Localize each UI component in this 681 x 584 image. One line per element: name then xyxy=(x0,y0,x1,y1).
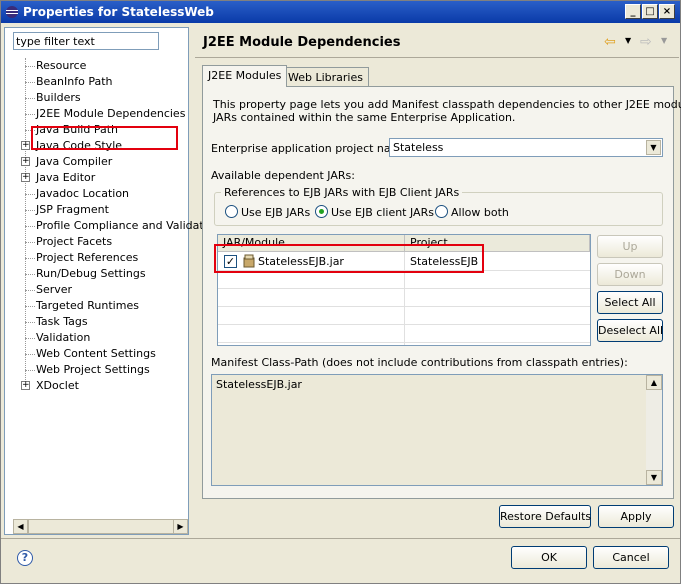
ear-project-label: Enterprise application project name: xyxy=(211,142,412,155)
window-title: Properties for StatelessWeb xyxy=(23,5,214,19)
filter-input[interactable] xyxy=(13,32,159,50)
tree-connector xyxy=(25,114,35,115)
apply-button[interactable]: Apply xyxy=(598,505,674,528)
forward-arrow-icon[interactable]: ⇨ xyxy=(640,34,652,50)
tree-item-label: Validation xyxy=(36,331,91,344)
radio-use-ejb-client-jars[interactable] xyxy=(315,205,328,218)
available-jars-label: Available dependent JARs: xyxy=(211,169,355,182)
tree-item-label: Targeted Runtimes xyxy=(36,299,139,312)
tree-connector xyxy=(25,306,35,307)
ear-project-select[interactable]: Stateless ▼ xyxy=(389,138,663,157)
manifest-vertical-scrollbar[interactable]: ▲ ▼ xyxy=(646,375,662,485)
tree-connector xyxy=(25,290,35,291)
forward-dropdown-icon[interactable]: ▼ xyxy=(661,36,667,45)
manifest-label: Manifest Class-Path (does not include co… xyxy=(211,356,628,369)
manifest-value: StatelessEJB.jar xyxy=(216,378,302,391)
close-icon[interactable]: × xyxy=(659,4,675,19)
minimize-icon[interactable]: _ xyxy=(625,4,641,19)
page-title: J2EE Module Dependencies xyxy=(203,35,401,50)
tree-item-label: Server xyxy=(36,283,73,296)
radio-use-ejb-jars-label: Use EJB JARs xyxy=(241,206,311,219)
tree-item-label: Run/Debug Settings xyxy=(36,267,146,280)
radio-allow-both-label: Allow both xyxy=(451,206,509,219)
back-dropdown-icon[interactable]: ▼ xyxy=(625,36,631,45)
scroll-left-icon[interactable]: ◀ xyxy=(13,519,28,534)
manifest-classpath-field[interactable]: StatelessEJB.jar ▲ ▼ xyxy=(211,374,663,486)
expand-icon[interactable]: + xyxy=(21,173,30,182)
tree-item-label: Builders xyxy=(36,91,81,104)
tree-item-label: BeanInfo Path xyxy=(36,75,113,88)
tree-connector-line xyxy=(25,58,26,386)
tree-item-label: Java Editor xyxy=(36,171,96,184)
scroll-right-icon[interactable]: ▶ xyxy=(173,519,188,534)
tree-connector xyxy=(25,210,35,211)
footer-divider xyxy=(1,538,680,539)
properties-dialog: Properties for StatelessWeb _ □ × Resour… xyxy=(0,0,681,584)
expand-icon[interactable]: + xyxy=(21,141,30,150)
row-divider xyxy=(218,342,590,343)
down-button[interactable]: Down xyxy=(597,263,663,286)
tree-item-label: Resource xyxy=(36,59,87,72)
scroll-up-icon[interactable]: ▲ xyxy=(646,375,662,390)
expand-icon[interactable]: + xyxy=(21,157,30,166)
ok-button[interactable]: OK xyxy=(511,546,587,569)
tree-item-label: Java Compiler xyxy=(36,155,113,168)
row-highlight-box xyxy=(214,244,484,273)
row-divider xyxy=(218,324,590,325)
row-divider xyxy=(218,288,590,289)
back-arrow-icon[interactable]: ⇦ xyxy=(604,34,616,50)
expand-icon[interactable]: + xyxy=(21,381,30,390)
cancel-button[interactable]: Cancel xyxy=(593,546,669,569)
ear-project-value: Stateless xyxy=(393,141,444,154)
tree-item-label: Javadoc Location xyxy=(36,187,130,200)
tree-item-label: JSP Fragment xyxy=(36,203,109,216)
tree-item-label: J2EE Module Dependencies xyxy=(36,107,186,120)
tree-item-label: Project References xyxy=(36,251,139,264)
tab-web-libraries[interactable]: Web Libraries xyxy=(282,67,369,88)
description-line-2: JARs contained within the same Enterpris… xyxy=(213,111,516,124)
radio-use-ejb-client-jars-label: Use EJB client JARs xyxy=(331,206,434,219)
help-icon[interactable]: ? xyxy=(17,550,33,566)
tree-horizontal-scrollbar[interactable]: ◀ ▶ xyxy=(13,519,188,534)
tree-connector xyxy=(25,82,35,83)
deselect-all-button[interactable]: Deselect All xyxy=(597,319,663,342)
tree-connector xyxy=(25,242,35,243)
title-bar[interactable]: Properties for StatelessWeb _ □ × xyxy=(1,1,680,23)
tab-j2ee-modules[interactable]: J2EE Modules xyxy=(202,65,288,87)
tree-item-label: Task Tags xyxy=(36,315,88,328)
select-all-button[interactable]: Select All xyxy=(597,291,663,314)
radio-allow-both[interactable] xyxy=(435,205,448,218)
tree-item-label: Project Facets xyxy=(36,235,113,248)
tree-item-label: Web Project Settings xyxy=(36,363,150,376)
tree-connector xyxy=(25,338,35,339)
tree-connector xyxy=(25,226,35,227)
tree-connector xyxy=(25,354,35,355)
tree-item-label: Web Content Settings xyxy=(36,347,156,360)
row-divider xyxy=(218,306,590,307)
eclipse-icon xyxy=(6,6,18,18)
radio-use-ejb-jars[interactable] xyxy=(225,205,238,218)
tree-connector xyxy=(25,322,35,323)
ejb-references-legend: References to EJB JARs with EJB Client J… xyxy=(221,186,463,199)
tree-connector xyxy=(25,274,35,275)
tree-item-label: Profile Compliance and Validatic xyxy=(36,219,213,232)
tree-item-label: XDoclet xyxy=(36,379,79,392)
restore-defaults-button[interactable]: Restore Defaults xyxy=(499,505,591,528)
maximize-icon[interactable]: □ xyxy=(642,4,658,19)
header-divider xyxy=(195,57,679,58)
tree-connector xyxy=(25,370,35,371)
tree-connector xyxy=(25,98,35,99)
up-button[interactable]: Up xyxy=(597,235,663,258)
tree-connector xyxy=(25,258,35,259)
selection-highlight-box xyxy=(31,126,178,150)
description-line-1: This property page lets you add Manifest… xyxy=(213,98,681,111)
scroll-thumb[interactable] xyxy=(28,519,176,534)
scroll-down-icon[interactable]: ▼ xyxy=(646,470,662,485)
preference-tree-pane: Resource BeanInfo Path Builders J2EE Module… xyxy=(4,27,213,535)
tree-connector xyxy=(25,66,35,67)
tree-connector xyxy=(25,194,35,195)
chevron-down-icon[interactable]: ▼ xyxy=(646,140,661,155)
